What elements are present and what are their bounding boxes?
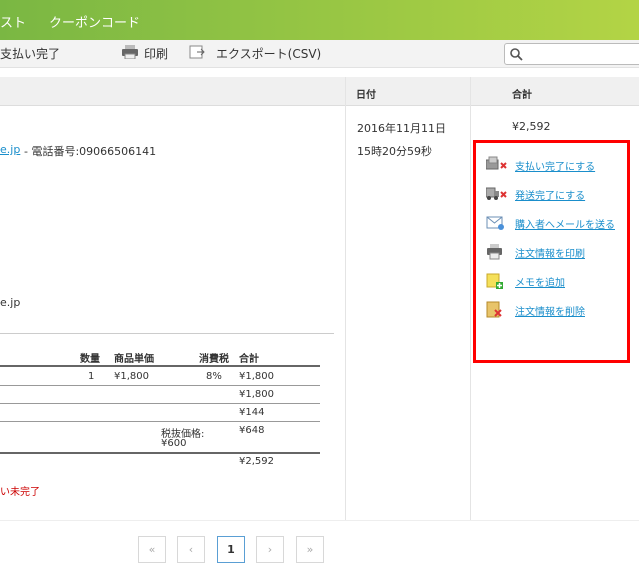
printer-icon [486,243,508,261]
action-delete-order[interactable]: 注文情報を削除 [486,301,585,319]
column-divider [470,77,471,520]
row-rule [0,385,320,386]
export-icon[interactable] [189,44,205,60]
memo-add-icon [486,272,508,290]
section-divider [0,333,334,334]
payment-icon [485,156,508,174]
column-header-total: 合計 [512,90,532,101]
subtotal-value: ¥1,800 [239,389,274,400]
column-header-date: 日付 [356,90,376,101]
items-header-total: 合計 [239,354,259,365]
grand-total: ¥2,592 [239,456,274,467]
customer-phone: - 電話番号:09066506141 [24,145,157,158]
action-label[interactable]: 支払い完了にする [515,158,595,173]
pagination-next[interactable]: › [256,536,284,563]
nav-item-coupon-code[interactable]: クーポンコード [49,12,140,31]
nav-item-list[interactable]: スト [0,12,26,31]
action-label[interactable]: 注文情報を削除 [515,303,585,318]
taxfree-right-value: ¥648 [239,425,265,436]
order-date: 2016年11月11日 [357,122,446,135]
payment-status-text: い未完了 [0,487,40,498]
truck-icon [485,185,508,203]
taxfree-value: ¥600 [161,438,187,449]
pagination-last[interactable]: » [296,536,324,563]
action-add-memo[interactable]: メモを追加 [486,272,565,290]
column-divider [345,77,346,520]
row-rule [0,403,320,404]
action-label[interactable]: 発送完了にする [515,187,585,202]
pagination-first[interactable]: « [138,536,166,563]
payment-status-label: 支払い完了 [0,47,61,61]
search-icon [510,48,523,61]
row-rule [0,421,320,422]
item-tax-rate: 8% [206,371,222,382]
order-time: 15時20分59秒 [357,145,432,158]
item-unit-price: ¥1,800 [114,371,149,382]
items-header-qty: 数量 [80,354,100,365]
item-qty: 1 [88,371,95,382]
customer-email-text: e.jp [0,296,21,309]
action-label[interactable]: メモを追加 [515,274,565,289]
delete-icon [486,301,508,319]
action-print-order[interactable]: 注文情報を印刷 [486,243,585,261]
print-button[interactable]: 印刷 [144,45,168,62]
items-header-rule [0,365,320,367]
action-mark-paid[interactable]: 支払い完了にする [485,156,595,174]
customer-email-link[interactable]: e.jp [0,143,20,156]
table-header: 日付 合計 [0,77,639,106]
pagination-current-page[interactable]: 1 [217,536,245,563]
items-header-tax: 消費税 [199,354,229,365]
item-line-total: ¥1,800 [239,371,274,382]
row-rule [0,452,320,454]
pagination-prev[interactable]: ‹ [177,536,205,563]
search-input[interactable] [504,43,639,65]
top-navigation-bar: スト クーポンコード [0,0,639,40]
order-total: ¥2,592 [512,120,551,133]
action-label[interactable]: 注文情報を印刷 [515,245,585,260]
mail-icon [486,214,508,232]
items-header-unit-price: 商品単価 [114,354,154,365]
order-actions-panel: 支払い完了にする 発送完了にする 購入者へメールを送る 注文情報を印刷 メモを追… [473,140,630,363]
action-send-mail[interactable]: 購入者へメールを送る [486,214,615,232]
export-csv-button[interactable]: エクスポート(CSV) [216,45,321,62]
tax-value: ¥144 [239,407,265,418]
printer-icon[interactable] [122,45,138,60]
action-mark-shipped[interactable]: 発送完了にする [485,185,585,203]
action-label[interactable]: 購入者へメールを送る [515,216,615,231]
